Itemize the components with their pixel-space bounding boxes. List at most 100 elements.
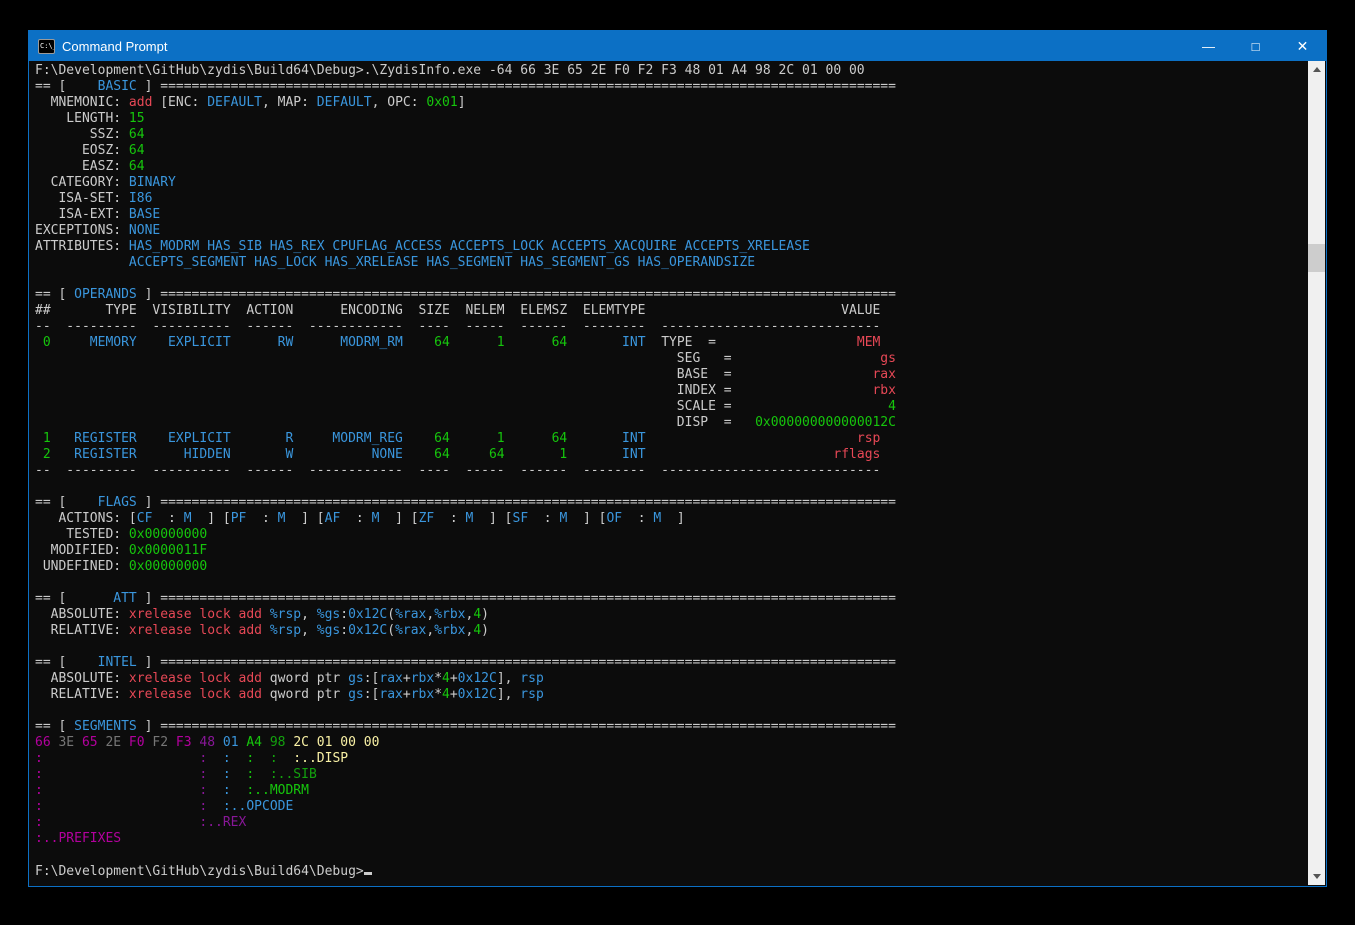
terminal-text: 4 — [473, 607, 481, 622]
terminal-text: AF — [325, 511, 341, 526]
terminal-text: ( — [387, 607, 395, 622]
terminal-text: OPERANDS — [74, 287, 137, 302]
terminal-text: 64 — [505, 335, 568, 350]
terminal-text: : — [43, 783, 207, 798]
terminal-text: : — [528, 511, 559, 526]
terminal-text: PF — [231, 511, 247, 526]
terminal-line: LENGTH: 15 — [35, 111, 1308, 127]
terminal-line: : : : : : :..DISP — [35, 751, 1308, 767]
terminal-text: EXCEPTIONS: — [35, 223, 129, 238]
terminal-line: :..PREFIXES — [35, 831, 1308, 847]
scrollbar[interactable] — [1308, 61, 1325, 885]
terminal-text — [35, 367, 677, 382]
terminal-text: : — [35, 799, 43, 814]
terminal-text: rbx — [732, 383, 896, 398]
terminal-text: 4 — [473, 623, 481, 638]
terminal-text: %rsp — [270, 607, 301, 622]
terminal-text: gs — [732, 351, 896, 366]
terminal-text: , MAP: — [262, 95, 317, 110]
close-button[interactable]: ✕ — [1279, 31, 1326, 61]
terminal-line: 66 3E 65 2E F0 F2 F3 48 01 A4 98 2C 01 0… — [35, 735, 1308, 751]
terminal-text: EXPLICIT — [137, 431, 231, 446]
terminal-text: BINARY — [129, 175, 176, 190]
terminal-text: rax — [379, 671, 402, 686]
terminal-text: : — [35, 783, 43, 798]
terminal-text: ISA-EXT: — [35, 207, 129, 222]
terminal-line — [35, 271, 1308, 287]
scrollbar-up-button[interactable] — [1308, 61, 1325, 78]
terminal-text: rsp — [646, 431, 881, 446]
terminal-text: rbx — [411, 687, 434, 702]
terminal-text: -- --------- ---------- ------ ---------… — [35, 319, 880, 334]
terminal-text: 0x0000011F — [129, 543, 207, 558]
terminal-text: : — [43, 799, 207, 814]
text-cursor — [364, 863, 372, 875]
terminal-line: ISA-SET: I86 — [35, 191, 1308, 207]
terminal-text: + — [403, 687, 411, 702]
terminal-text: FLAGS — [74, 495, 137, 510]
terminal-text: ZF — [419, 511, 435, 526]
terminal-line: F:\Development\GitHub\zydis\Build64\Debu… — [35, 63, 1308, 79]
terminal-text: MNEMONIC: — [35, 95, 129, 110]
scrollbar-thumb[interactable] — [1308, 244, 1325, 272]
terminal-text: :..OPCODE — [207, 799, 293, 814]
terminal-text: : — [207, 751, 230, 766]
terminal-text: qword ptr — [262, 687, 348, 702]
terminal-text — [35, 399, 677, 414]
terminal-line: == [ ATT ] =============================… — [35, 591, 1308, 607]
terminal-text: 2 — [35, 447, 51, 462]
terminal-text: ACCEPTS_SEGMENT HAS_LOCK HAS_XRELEASE HA… — [129, 255, 755, 270]
terminal-text: 0 — [35, 335, 51, 350]
terminal-line: EOSZ: 64 — [35, 143, 1308, 159]
terminal-output[interactable]: F:\Development\GitHub\zydis\Build64\Debu… — [30, 61, 1308, 885]
terminal-text — [35, 255, 129, 270]
terminal-text: + — [450, 687, 458, 702]
terminal-text: RELATIVE: — [35, 623, 129, 638]
terminal-text: 15 — [129, 111, 145, 126]
terminal-line: ACTIONS: [CF : M ] [PF : M ] [AF : M ] [… — [35, 511, 1308, 527]
terminal-text: qword ptr — [262, 671, 348, 686]
terminal-text: : — [152, 511, 183, 526]
terminal-text: 64 — [450, 447, 505, 462]
terminal-line: DISP = 0x000000000000012C — [35, 415, 1308, 431]
maximize-button[interactable]: □ — [1232, 31, 1279, 61]
terminal-text: BASE — [129, 207, 160, 222]
terminal-line: 2 REGISTER HIDDEN W NONE 64 64 1 INT rfl… — [35, 447, 1308, 463]
terminal-line: == [ FLAGS ] ===========================… — [35, 495, 1308, 511]
terminal-text: 1 — [505, 447, 568, 462]
terminal-text: xrelease lock add — [129, 623, 262, 638]
terminal-text: , OPC: — [372, 95, 427, 110]
terminal-text: ACTIONS: [ — [35, 511, 137, 526]
scrollbar-down-button[interactable] — [1308, 868, 1325, 885]
terminal-text: 48 — [192, 735, 215, 750]
terminal-text: * — [434, 687, 442, 702]
title-bar[interactable]: C:\_ Command Prompt — □ ✕ — [29, 31, 1326, 61]
terminal-text: : — [434, 511, 465, 526]
terminal-text: MEM — [716, 335, 880, 350]
terminal-text: OF — [606, 511, 622, 526]
terminal-text: %rbx — [434, 607, 465, 622]
terminal-text: : — [340, 511, 371, 526]
terminal-text: -- --------- ---------- ------ ---------… — [35, 463, 880, 478]
cmd-icon: C:\_ — [38, 39, 55, 54]
terminal-text — [262, 607, 270, 622]
terminal-text: ] ======================================… — [137, 591, 896, 606]
terminal-text: 64 — [505, 431, 568, 446]
terminal-text: 64 — [129, 143, 145, 158]
terminal-line: UNDEFINED: 0x00000000 — [35, 559, 1308, 575]
terminal-text: REGISTER — [51, 447, 137, 462]
terminal-text: 64 — [403, 447, 450, 462]
terminal-line: 1 REGISTER EXPLICIT R MODRM_REG 64 1 64 … — [35, 431, 1308, 447]
terminal-text: F0 — [121, 735, 144, 750]
terminal-line: BASE = rax — [35, 367, 1308, 383]
terminal-line: == [ SEGMENTS ] ========================… — [35, 719, 1308, 735]
terminal-text: 01 — [215, 735, 238, 750]
terminal-text — [262, 623, 270, 638]
terminal-line: ABSOLUTE: xrelease lock add %rsp, %gs:0x… — [35, 607, 1308, 623]
terminal-text: 65 — [74, 735, 97, 750]
minimize-button[interactable]: — — [1185, 31, 1232, 61]
terminal-text: ( — [387, 623, 395, 638]
terminal-text: NONE — [293, 447, 403, 462]
terminal-text: :..SIB — [254, 767, 317, 782]
terminal-text: EASZ: — [35, 159, 129, 174]
